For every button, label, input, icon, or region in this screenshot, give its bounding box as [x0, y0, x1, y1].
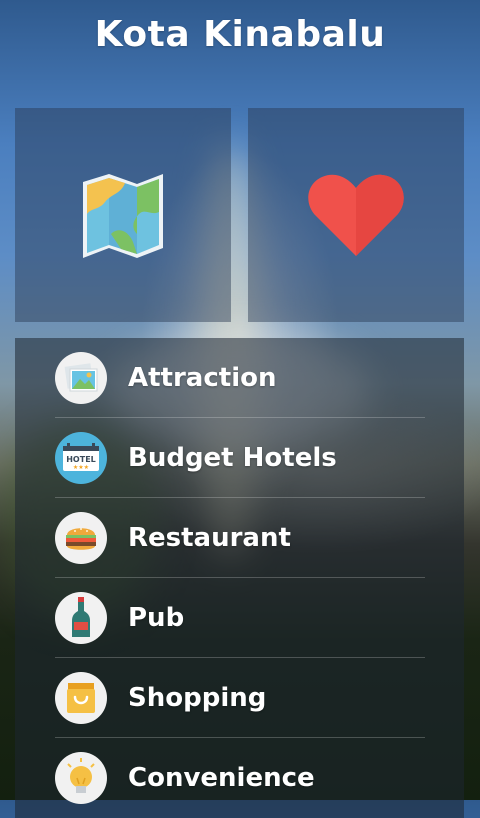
wine-bottle-icon — [72, 597, 90, 637]
map-tile[interactable] — [15, 108, 231, 322]
icon-background — [55, 592, 107, 644]
menu-item-label: Pub — [128, 603, 185, 633]
map-icon — [83, 174, 163, 258]
menu-item-label: Restaurant — [128, 523, 291, 553]
category-menu: Attraction HOTEL ★★★ Budget Hotels Resta… — [15, 338, 464, 818]
page-title: Kota Kinabalu — [94, 14, 386, 55]
heart-icon — [308, 174, 404, 256]
icon-background — [55, 752, 107, 804]
hotel-sign-text: HOTEL — [66, 455, 96, 464]
menu-item-pub[interactable]: Pub — [55, 578, 425, 658]
burger-icon — [66, 528, 96, 550]
icon-background — [55, 512, 107, 564]
icon-background — [55, 672, 107, 724]
light-bulb-icon — [67, 758, 95, 793]
menu-item-shopping[interactable]: Shopping — [55, 658, 425, 738]
icon-background — [55, 352, 107, 404]
picture-icon — [64, 363, 98, 392]
menu-item-restaurant[interactable]: Restaurant — [55, 498, 425, 578]
favorites-tile[interactable] — [248, 108, 464, 322]
menu-item-convenience[interactable]: Convenience — [55, 738, 425, 818]
menu-item-label: Attraction — [128, 363, 277, 393]
menu-item-label: Convenience — [128, 763, 315, 793]
svg-text:★★★: ★★★ — [73, 464, 89, 471]
icon-background: HOTEL ★★★ — [55, 432, 107, 484]
menu-item-label: Budget Hotels — [128, 443, 337, 473]
menu-item-attraction[interactable]: Attraction — [55, 338, 425, 418]
menu-item-label: Shopping — [128, 683, 267, 713]
shopping-bag-icon — [67, 683, 95, 713]
hotel-icon: HOTEL ★★★ — [63, 443, 99, 471]
menu-item-budget-hotels[interactable]: HOTEL ★★★ Budget Hotels — [55, 418, 425, 498]
